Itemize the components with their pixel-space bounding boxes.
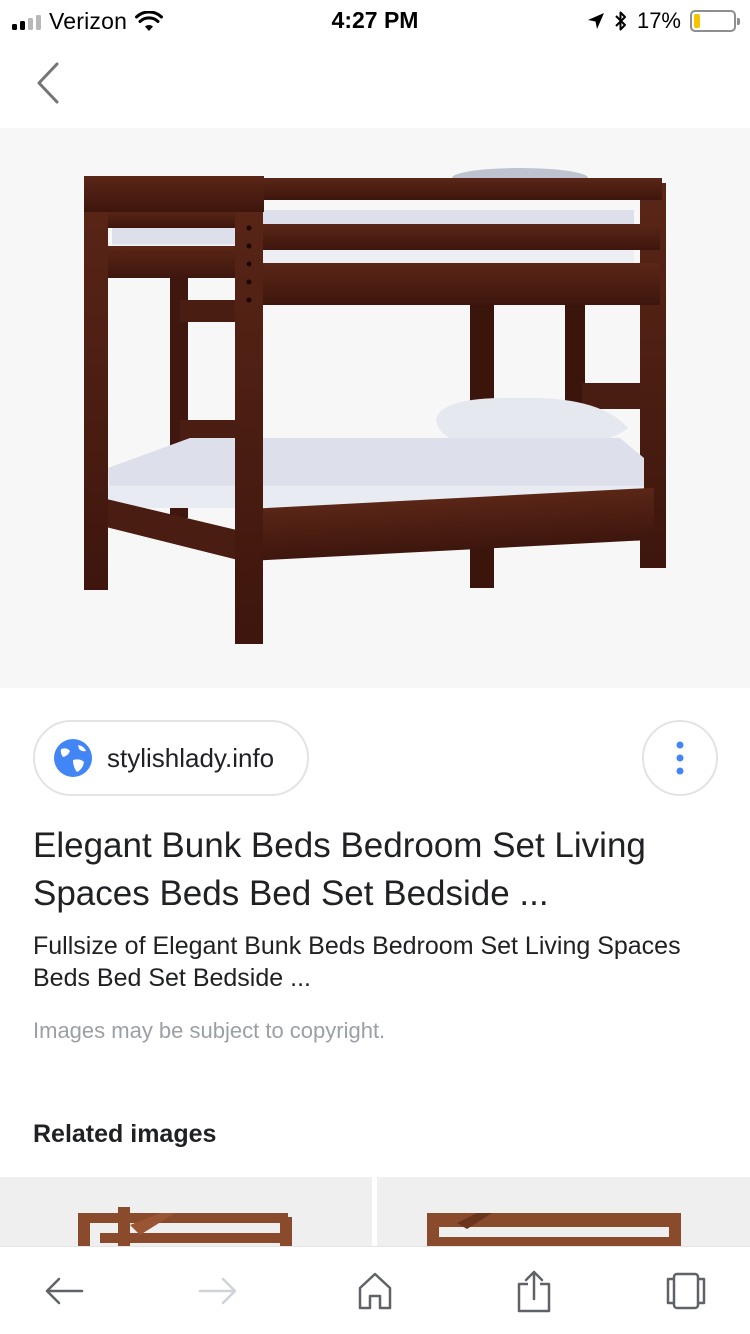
- toolbar-tabs-button[interactable]: [656, 1261, 716, 1321]
- globe-icon: [54, 739, 92, 777]
- battery-level: [694, 14, 701, 28]
- source-site: stylishlady.info: [107, 742, 275, 773]
- home-icon: [358, 1272, 392, 1310]
- battery-icon: [690, 10, 740, 32]
- related-image-thumbnail[interactable]: [0, 1177, 372, 1257]
- more-options-button[interactable]: [642, 720, 718, 796]
- related-bunk-bed-2: [427, 1213, 681, 1257]
- bunk-bed-image: [84, 168, 666, 644]
- toolbar-home-button[interactable]: [345, 1261, 405, 1321]
- toolbar-share-button[interactable]: [504, 1261, 564, 1321]
- copyright-note: Images may be subject to copyright.: [33, 1018, 386, 1043]
- back-arrow-icon: [45, 1277, 84, 1305]
- location-arrow-icon: [587, 13, 604, 29]
- status-right: 17%: [587, 8, 740, 34]
- more-vert-icon: [676, 741, 684, 775]
- forward-arrow-icon: [198, 1277, 237, 1305]
- bluetooth-icon: [615, 11, 626, 31]
- source-link[interactable]: stylishlady.info: [33, 720, 309, 796]
- result-image[interactable]: [0, 128, 750, 688]
- result-title[interactable]: Elegant Bunk Beds Bedroom Set Living Spa…: [33, 822, 713, 918]
- bottom-toolbar: [0, 1246, 750, 1334]
- tabs-icon: [666, 1272, 706, 1310]
- result-description: Fullsize of Elegant Bunk Beds Bedroom Se…: [33, 932, 681, 992]
- battery-percent: 17%: [636, 8, 681, 33]
- back-button[interactable]: [28, 58, 68, 108]
- status-bar: Verizon 4:27 PM 17%: [0, 0, 750, 40]
- related-images-heading: Related images: [33, 1120, 217, 1148]
- toolbar-forward-button[interactable]: [188, 1261, 248, 1321]
- chevron-left-icon: [37, 62, 59, 104]
- share-icon: [517, 1270, 551, 1313]
- toolbar-back-button[interactable]: [34, 1261, 94, 1321]
- related-bunk-bed-1: [78, 1207, 292, 1257]
- related-image-thumbnail[interactable]: [377, 1177, 750, 1257]
